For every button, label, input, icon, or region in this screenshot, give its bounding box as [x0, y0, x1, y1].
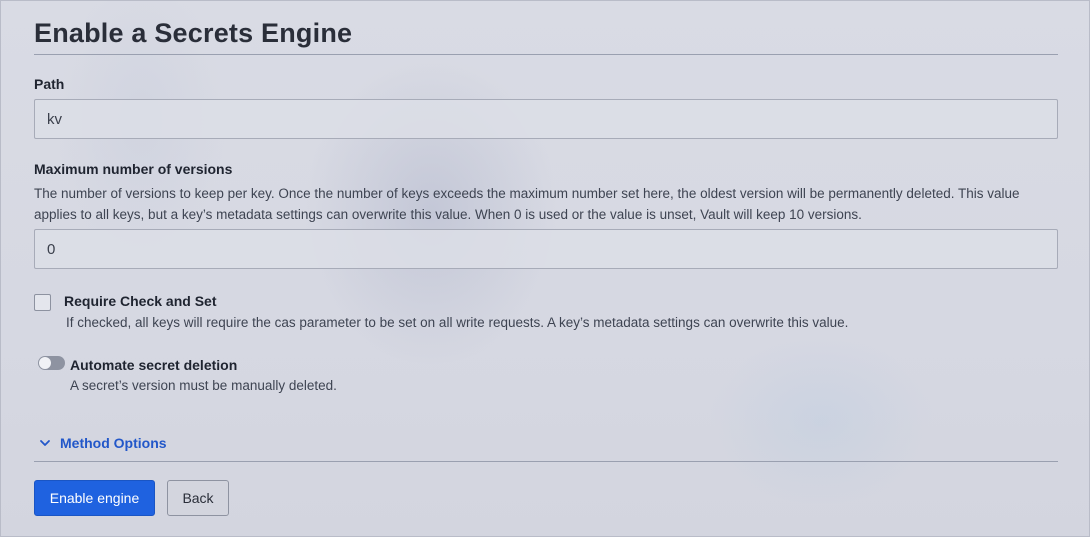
page-title: Enable a Secrets Engine — [34, 18, 353, 48]
enable-engine-button[interactable]: Enable engine — [34, 480, 155, 516]
automate-deletion-help: A secret’s version must be manually dele… — [70, 378, 337, 393]
title-divider — [34, 54, 1058, 55]
path-input[interactable] — [34, 99, 1058, 139]
page-background: Enable a Secrets Engine Path Maximum num… — [0, 0, 1090, 537]
automate-deletion-label[interactable]: Automate secret deletion — [70, 357, 237, 373]
chevron-down-icon — [40, 440, 50, 446]
automate-deletion-toggle[interactable] — [38, 356, 65, 370]
require-cas-checkbox[interactable] — [34, 294, 51, 311]
max-versions-help: The number of versions to keep per key. … — [34, 186, 1020, 222]
back-button[interactable]: Back — [167, 480, 229, 516]
actions-divider — [34, 461, 1058, 462]
method-options-label[interactable]: Method Options — [60, 435, 167, 451]
method-options-toggle[interactable]: Method Options — [38, 435, 167, 451]
path-label: Path — [34, 76, 65, 92]
max-versions-label: Maximum number of versions — [34, 161, 233, 177]
require-cas-help: If checked, all keys will require the ca… — [66, 315, 849, 330]
toggle-knob — [39, 357, 51, 369]
max-versions-input[interactable] — [34, 229, 1058, 269]
require-cas-label[interactable]: Require Check and Set — [64, 293, 217, 309]
